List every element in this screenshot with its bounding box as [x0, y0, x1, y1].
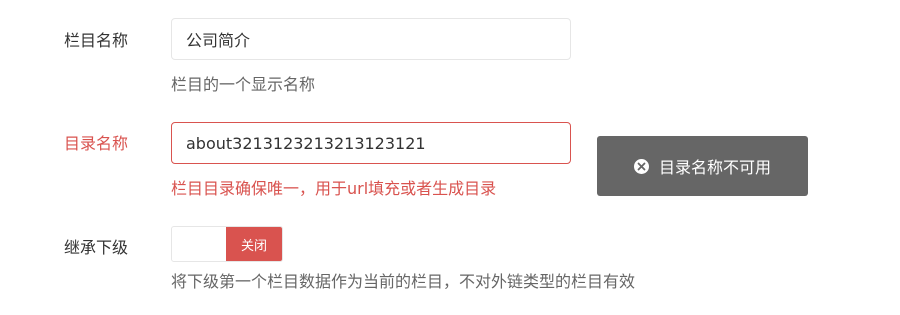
directory-unavailable-button[interactable]: 目录名称不可用 — [597, 136, 808, 196]
toggle-off-label: 关闭 — [226, 227, 282, 261]
inherit-sub-label: 继承下级 — [64, 238, 129, 257]
directory-unavailable-label: 目录名称不可用 — [658, 158, 771, 177]
directory-name-label: 目录名称 — [64, 134, 129, 153]
column-name-label: 栏目名称 — [64, 31, 129, 50]
directory-name-error: 栏目目录确保唯一，用于url填充或者生成目录 — [171, 179, 497, 198]
directory-name-input[interactable] — [171, 122, 571, 164]
column-name-help: 栏目的一个显示名称 — [171, 75, 316, 94]
column-form: 栏目名称 栏目的一个显示名称 目录名称 栏目目录确保唯一，用于url填充或者生成… — [0, 0, 900, 315]
inherit-sub-toggle[interactable]: 关闭 — [171, 226, 283, 262]
close-circle-icon — [633, 158, 649, 174]
column-name-input[interactable] — [171, 18, 571, 60]
inherit-sub-help: 将下级第一个栏目数据作为当前的栏目，不对外链类型的栏目有效 — [171, 272, 636, 291]
